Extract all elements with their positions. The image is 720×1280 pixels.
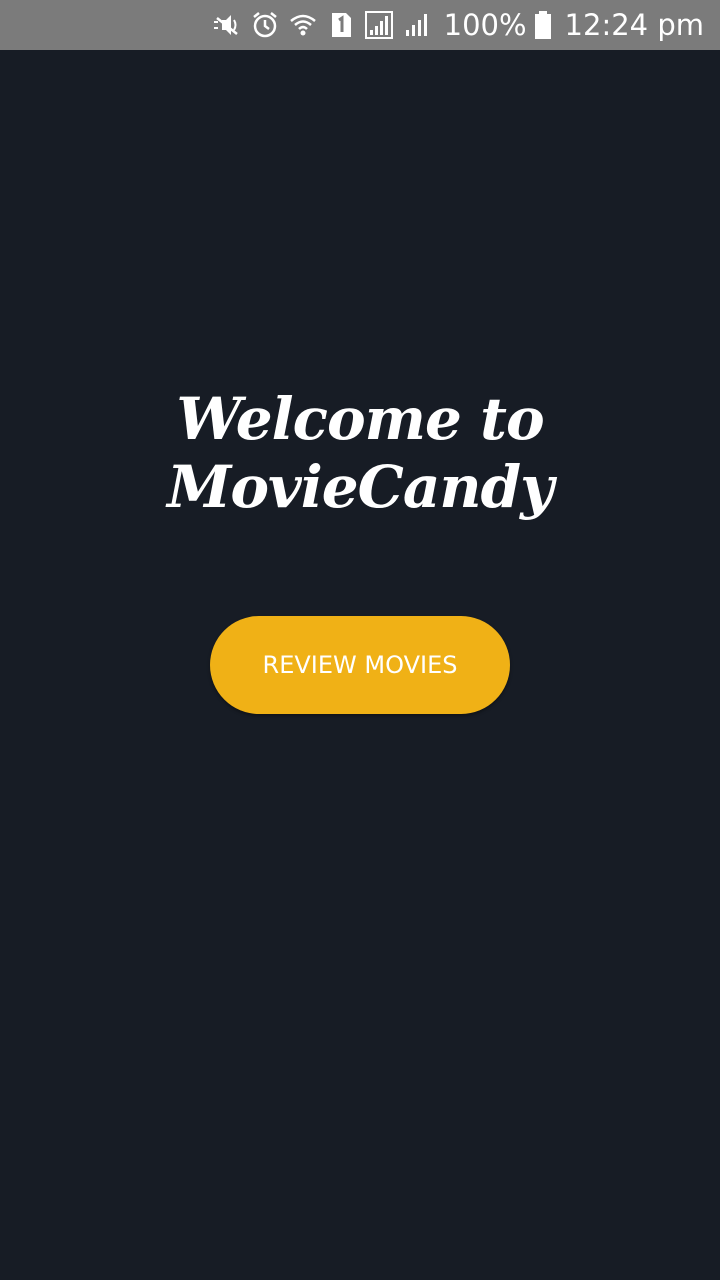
main-screen: Welcome to MovieCandy REVIEW MOVIES: [0, 50, 720, 1280]
battery-percent: 100%: [443, 8, 527, 42]
status-bar: 100% 12:24 pm: [0, 0, 720, 50]
sim-1-icon: [326, 10, 356, 40]
clock: 12:24 pm: [564, 8, 704, 42]
alarm-icon: [250, 10, 280, 40]
signal-icon: [364, 10, 394, 40]
review-movies-button[interactable]: REVIEW MOVIES: [210, 616, 510, 714]
battery-full-icon: [533, 10, 553, 40]
signal-2-icon: [402, 10, 432, 40]
page-title: Welcome to MovieCandy: [167, 385, 554, 521]
wifi-icon: [288, 10, 318, 40]
mute-icon: [212, 10, 242, 40]
